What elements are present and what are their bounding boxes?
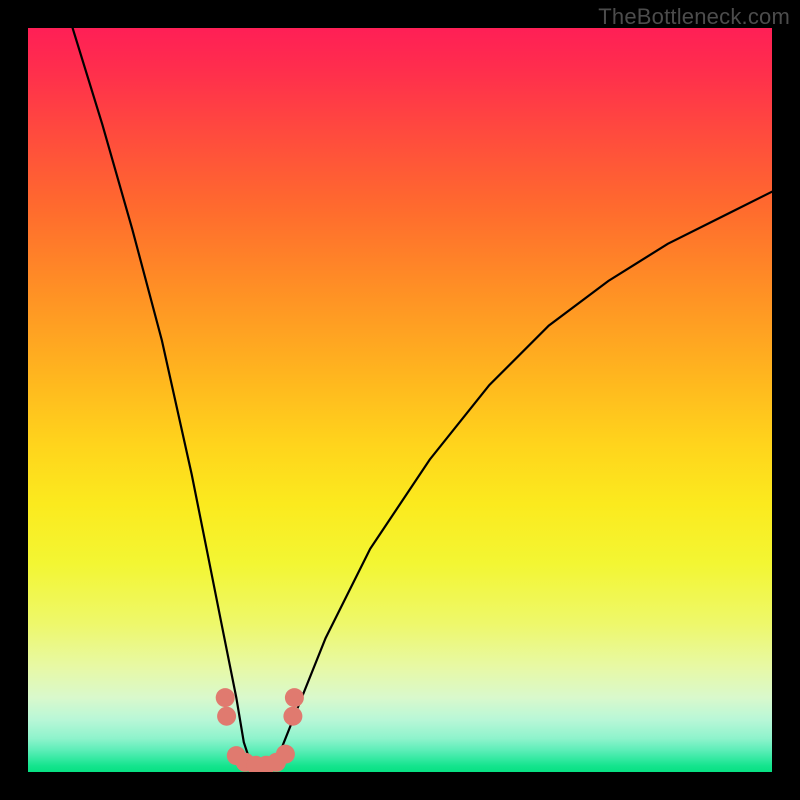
optimal-marker: [283, 707, 302, 726]
stage: TheBottleneck.com: [0, 0, 800, 800]
plot-area: [28, 28, 772, 772]
optimal-marker: [217, 707, 236, 726]
watermark-text: TheBottleneck.com: [598, 4, 790, 30]
marker-layer: [28, 28, 772, 772]
optimal-marker: [216, 688, 235, 707]
optimal-marker: [276, 745, 295, 764]
optimal-marker: [285, 688, 304, 707]
optimal-range-markers: [216, 688, 304, 772]
